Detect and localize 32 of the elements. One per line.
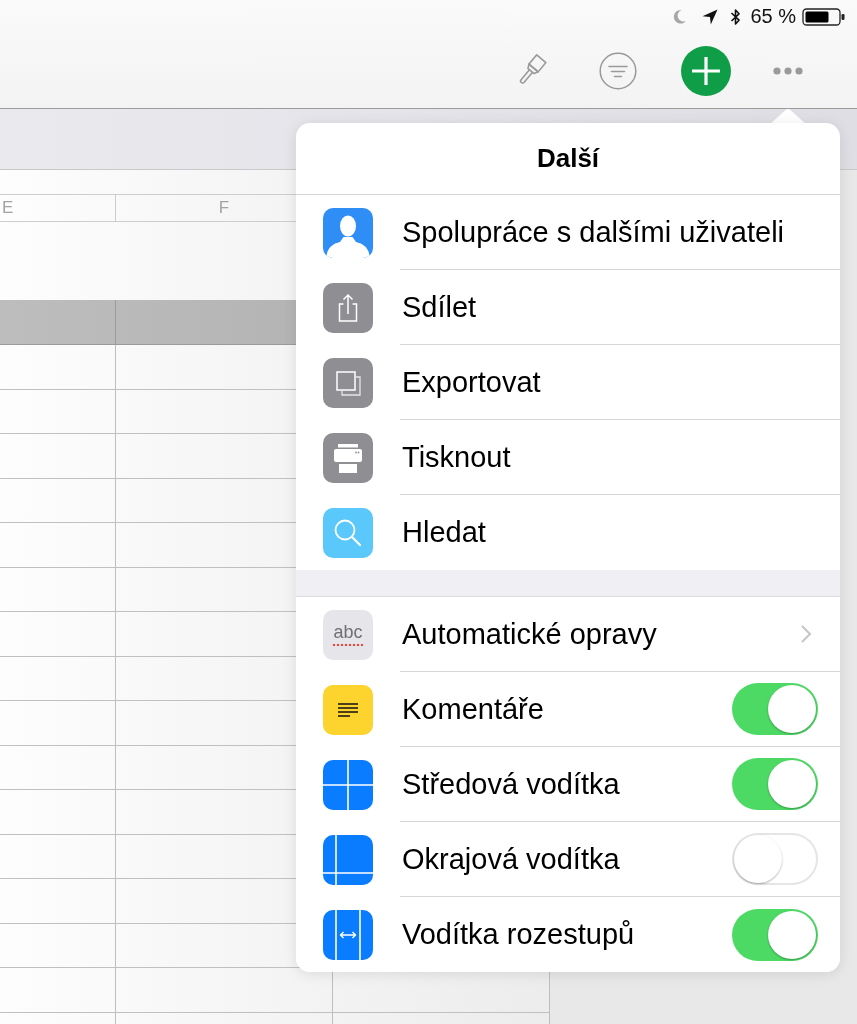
- toggle-switch[interactable]: [732, 758, 818, 810]
- menu-item[interactable]: Sdílet: [296, 270, 840, 345]
- person-icon: [323, 207, 373, 258]
- menu-label: Středová vodítka: [401, 767, 621, 801]
- share-icon: [323, 282, 373, 333]
- quadrants-icon: [323, 759, 373, 810]
- search-icon: [323, 507, 373, 558]
- battery-percentage: 65 %: [750, 5, 796, 28]
- more-icon[interactable]: [773, 66, 803, 75]
- filter-icon[interactable]: [599, 51, 637, 90]
- toggle-switch[interactable]: [732, 683, 818, 735]
- menu-item[interactable]: Tisknout: [296, 420, 840, 495]
- location-arrow-icon: [702, 8, 719, 25]
- moon-icon: [673, 9, 687, 24]
- spelling-icon: abc: [323, 609, 373, 660]
- menu-label: Okrajová vodítka: [401, 842, 621, 876]
- bluetooth-icon: [730, 7, 742, 26]
- edge-lines-icon: [323, 834, 373, 885]
- add-icon[interactable]: [681, 45, 731, 96]
- menu-label: Komentáře: [401, 692, 545, 726]
- menu-item[interactable]: Hledat: [296, 495, 840, 570]
- printer-icon: [323, 432, 373, 483]
- menu-item[interactable]: Exportovat: [296, 345, 840, 420]
- toggle-switch[interactable]: [732, 908, 818, 961]
- note-icon: [323, 684, 373, 735]
- battery-icon: [802, 6, 845, 27]
- toggle-switch[interactable]: [732, 833, 818, 885]
- overlapping-squares-icon: [323, 357, 373, 408]
- menu-item[interactable]: abc Automatické opravy: [296, 597, 840, 672]
- menu-item[interactable]: Spolupráce s dalšími uživateli: [296, 195, 840, 270]
- menu-label: Vodítka rozestupů: [401, 918, 636, 951]
- chevron-icon: [800, 624, 812, 644]
